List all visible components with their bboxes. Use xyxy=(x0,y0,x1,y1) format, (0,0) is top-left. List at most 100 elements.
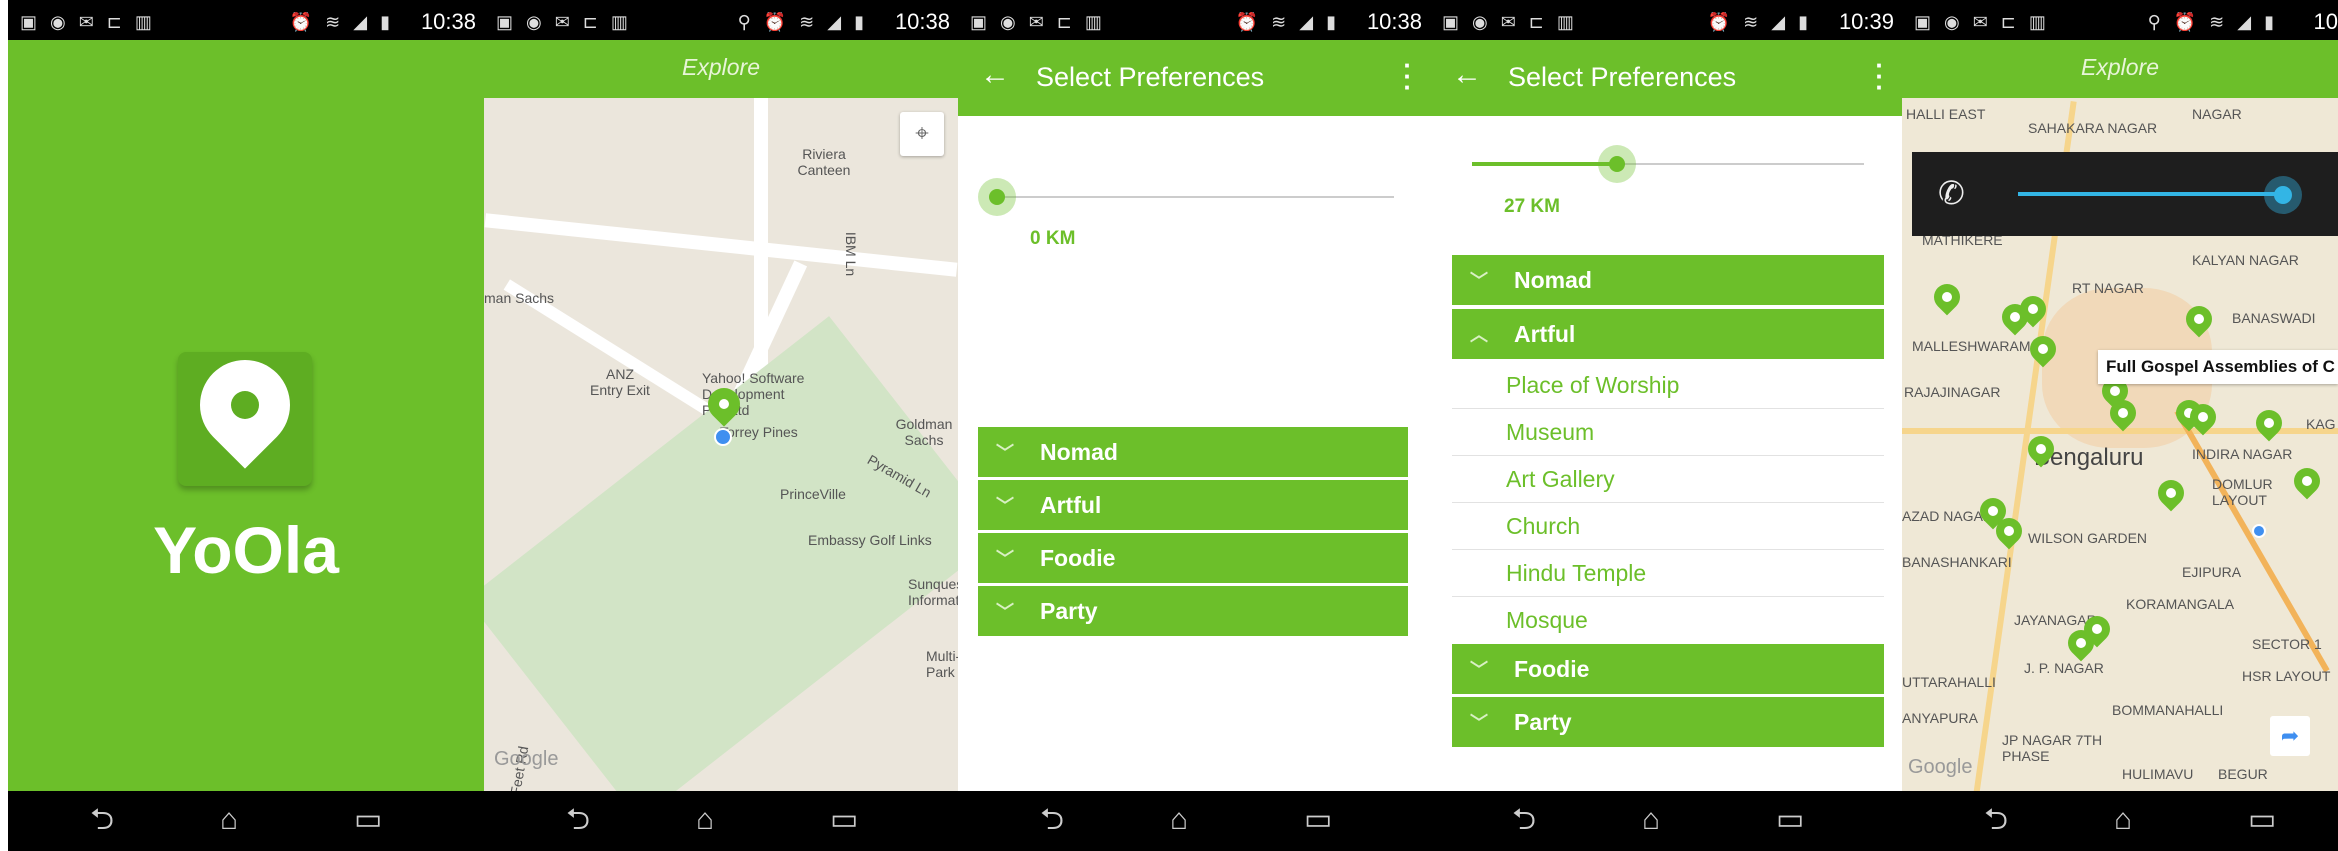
nav-bar: ⮌ ⌂ ▭ xyxy=(484,791,958,851)
google-logo: Google xyxy=(1908,756,1973,778)
place-pin[interactable] xyxy=(2288,462,2326,500)
category-party[interactable]: ﹀ Party xyxy=(978,586,1408,636)
map-label-0: Riviera Canteen xyxy=(797,146,851,178)
map-label-15: EJIPURA xyxy=(2182,564,2242,580)
map-label-2: NAGAR xyxy=(2192,106,2242,122)
recents-icon[interactable]: ▭ xyxy=(1304,805,1332,835)
back-arrow-icon[interactable]: ← xyxy=(1452,58,1482,92)
map-label-4: KALYAN NAGAR xyxy=(2192,252,2299,268)
recents-icon[interactable]: ▭ xyxy=(1776,805,1804,835)
map-label-3: ANZ Entry Exit xyxy=(590,366,650,398)
category-foodie[interactable]: ﹀ Foodie xyxy=(978,533,1408,583)
phone-call-icon: ✆ xyxy=(1938,175,1965,211)
home-icon[interactable]: ⌂ xyxy=(1170,805,1188,835)
place-pin[interactable] xyxy=(2250,404,2288,442)
page-title: Select Preferences xyxy=(1508,62,1737,92)
category-party[interactable]: ﹀ Party xyxy=(1452,697,1884,747)
chevron-down-icon: ﹀ xyxy=(996,549,1014,569)
map-label-19: J. P. NAGAR xyxy=(2024,660,2104,676)
category-artful[interactable]: ︿ Artful xyxy=(1452,309,1884,359)
my-location-button[interactable]: ⌖ xyxy=(900,112,944,156)
distance-slider[interactable] xyxy=(994,196,1394,198)
city-map-screen: ▣ ◉ ✉ ⊏ ▥ ⚲ ⏰ ≋ ◢ ▮ 10 Explore HALLI EAS… xyxy=(1902,0,2338,851)
subcategory-item[interactable]: Hindu Temple xyxy=(1452,550,1884,597)
chevron-down-icon: ﹀ xyxy=(996,443,1014,463)
category-nomad[interactable]: ﹀ Nomad xyxy=(978,427,1408,477)
map-label-13: WILSON GARDEN xyxy=(2028,530,2148,546)
nav-bar: ⮌ ⌂ ▭ xyxy=(8,791,484,851)
map-label-11: Multi- Park xyxy=(926,648,958,680)
map-label-10: Sunques Informat xyxy=(908,576,958,608)
status-time: 10 xyxy=(2313,9,2338,34)
home-icon[interactable]: ⌂ xyxy=(220,805,238,835)
status-bar: ▣ ◉ ✉ ⊏ ▥ ⏰ ≋ ◢ ▮ 10:38 xyxy=(958,0,1430,40)
directions-button[interactable]: ➦ xyxy=(2270,716,2310,756)
recents-icon[interactable]: ▭ xyxy=(2248,805,2276,835)
subcategory-item[interactable]: Church xyxy=(1452,503,1884,550)
home-icon[interactable]: ⌂ xyxy=(1642,805,1660,835)
page-title: Explore xyxy=(2081,54,2159,80)
category-nomad[interactable]: ﹀ Nomad xyxy=(1452,255,1884,305)
distance-slider-thumb[interactable] xyxy=(1598,145,1636,183)
category-foodie[interactable]: ﹀ Foodie xyxy=(1452,644,1884,694)
map-label-22: BOMMANAHALLI xyxy=(2112,702,2224,718)
map-label-0: HALLI EAST xyxy=(1906,106,1986,122)
subcategory-item[interactable]: Art Gallery xyxy=(1452,456,1884,503)
map-view[interactable]: Riviera Canteen IBM Ln man Sachs ANZ Ent… xyxy=(484,98,958,827)
map-label-28: KAG xyxy=(2306,416,2336,432)
chevron-down-icon: ﹀ xyxy=(1470,713,1488,733)
map-label-8: PrinceVille xyxy=(780,486,846,502)
explore-screen: ▣ ◉ ✉ ⊏ ▥ ⚲ ⏰ ≋ ◢ ▮ 10:38 Explore Rivier… xyxy=(484,0,958,851)
current-location-dot xyxy=(2252,524,2266,538)
nav-bar: ⮌ ⌂ ▭ xyxy=(958,791,1430,851)
overflow-menu-icon[interactable]: · · · xyxy=(1403,52,1412,100)
map-label-11: DOMLUR LAYOUT xyxy=(2212,476,2273,508)
volume-slider[interactable] xyxy=(2018,192,2282,196)
location-pin-icon xyxy=(181,341,309,469)
subcategory-item[interactable]: Mosque xyxy=(1452,597,1884,644)
status-bar: ▣ ◉ ✉ ⊏ ▥ ⏰ ≋ ◢ ▮ 10:38 xyxy=(8,0,484,40)
place-pin[interactable] xyxy=(2152,474,2190,512)
back-icon[interactable]: ⮌ xyxy=(566,805,590,835)
back-icon[interactable]: ⮌ xyxy=(1040,805,1064,835)
recents-icon[interactable]: ▭ xyxy=(830,805,858,835)
back-icon[interactable]: ⮌ xyxy=(1512,805,1536,835)
map-label-1: IBM Ln xyxy=(843,231,860,277)
subcategory-item[interactable]: Place of Worship xyxy=(1452,362,1884,409)
distance-value: 0 KM xyxy=(1030,228,1076,249)
page-title: Explore xyxy=(682,54,760,80)
google-logo: Google xyxy=(494,748,559,770)
volume-slider-thumb[interactable] xyxy=(2264,176,2302,214)
category-artful[interactable]: ﹀ Artful xyxy=(978,480,1408,530)
map-label-20: HSR LAYOUT xyxy=(2242,668,2331,684)
map-label-10: INDIRA NAGAR xyxy=(2192,446,2293,462)
home-icon[interactable]: ⌂ xyxy=(696,805,714,835)
chevron-down-icon: ﹀ xyxy=(996,602,1014,622)
map-label-21: UTTARAHALLI xyxy=(1902,674,1996,690)
back-arrow-icon[interactable]: ← xyxy=(980,58,1010,92)
app-name: YoOla xyxy=(153,513,339,587)
chevron-up-icon: ︿ xyxy=(1470,325,1488,345)
place-pin[interactable] xyxy=(1928,278,1966,316)
status-time: 10:38 xyxy=(420,9,476,34)
map-label-1: SAHAKARA NAGAR xyxy=(2028,120,2158,136)
back-icon[interactable]: ⮌ xyxy=(1984,805,2008,835)
current-location-dot xyxy=(714,428,732,446)
map-label-24: JP NAGAR 7TH PHASE xyxy=(2002,732,2103,764)
subcategory-item[interactable]: Museum xyxy=(1452,409,1884,456)
status-time: 10:38 xyxy=(894,9,950,34)
place-tooltip[interactable]: Full Gospel Assemblies of C xyxy=(2098,350,2338,384)
recents-icon[interactable]: ▭ xyxy=(354,805,382,835)
app-bar: ← Select Preferences · · · xyxy=(1430,40,1902,116)
app-bar: ← Select Preferences · · · xyxy=(958,40,1430,116)
distance-slider-thumb[interactable] xyxy=(978,178,1016,216)
chevron-down-icon: ﹀ xyxy=(996,496,1014,516)
back-icon[interactable]: ⮌ xyxy=(90,805,114,835)
overflow-menu-icon[interactable]: · · · xyxy=(1875,52,1884,100)
status-bar: ▣ ◉ ✉ ⊏ ▥ ⚲ ⏰ ≋ ◢ ▮ 10:38 xyxy=(484,0,958,40)
nav-bar: ⮌ ⌂ ▭ xyxy=(1902,791,2338,851)
map-label-16: KORAMANGALA xyxy=(2126,596,2235,612)
map-label-5: RT NAGAR xyxy=(2072,280,2144,296)
status-time: 10:38 xyxy=(1366,9,1422,34)
home-icon[interactable]: ⌂ xyxy=(2114,805,2132,835)
